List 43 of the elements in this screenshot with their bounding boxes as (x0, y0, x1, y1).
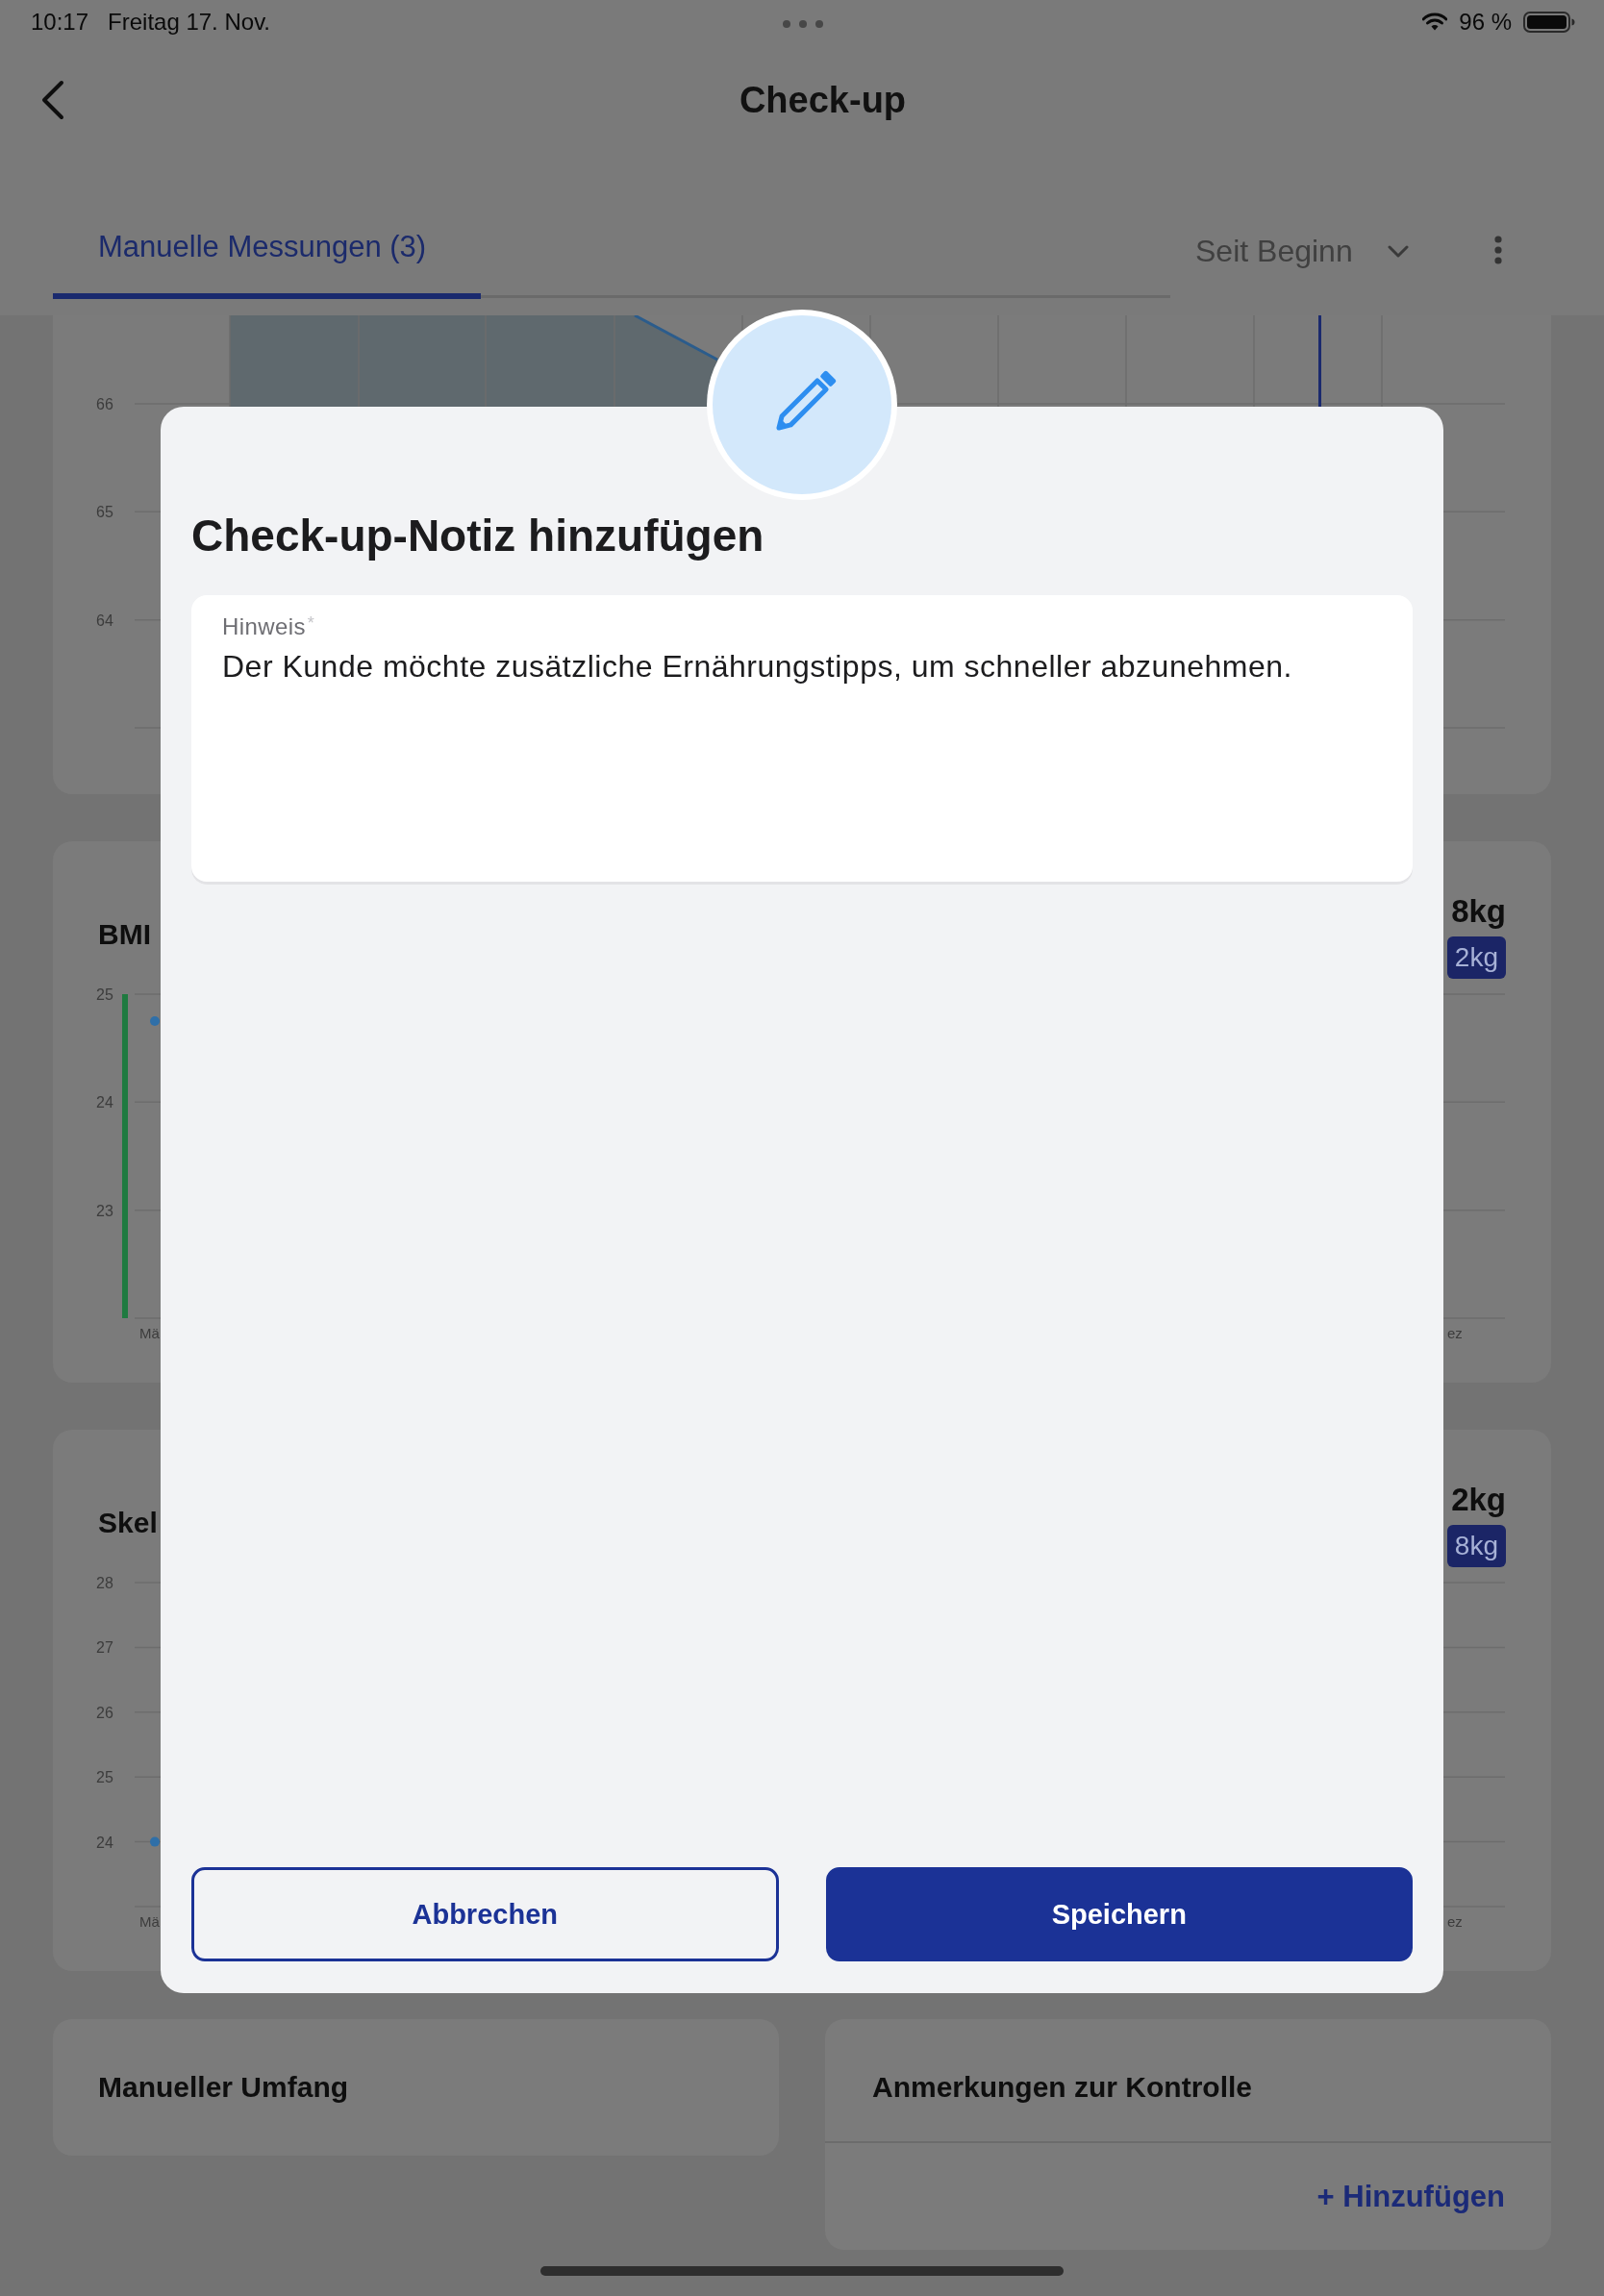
value-badge: 8kg (1446, 1525, 1506, 1567)
back-icon[interactable] (41, 80, 64, 120)
axis-label: 64 (96, 611, 113, 629)
axis-label: ez (1447, 1325, 1463, 1341)
battery-percent: 96 % (1459, 8, 1512, 36)
chevron-down-icon (1387, 244, 1409, 258)
card-title: Manueller Umfang (98, 2070, 349, 2105)
more-icon[interactable] (1493, 236, 1502, 264)
axis-label: 28 (96, 1575, 113, 1591)
axis-label: 66 (96, 396, 113, 412)
cancel-button[interactable]: Abbrechen (191, 1867, 779, 1961)
wifi-icon (1422, 12, 1448, 31)
chart-value: 8kg (1451, 892, 1506, 931)
axis-label: 25 (96, 986, 113, 1003)
pencil-icon (707, 310, 897, 500)
status-time: 10:17 (31, 8, 89, 36)
axis-label: Mä (139, 1913, 160, 1930)
card-title: Anmerkungen zur Kontrolle (872, 2070, 1253, 2105)
note-field[interactable]: Hinweis* Der Kunde möchte zusätzliche Ernährungstipps, um schneller abzunehmen. (191, 595, 1413, 885)
required-mark: * (307, 612, 314, 634)
axis-label: 24 (96, 1094, 113, 1111)
dialog-title: Check-up-Notiz hinzufügen (191, 510, 765, 562)
axis-label: 65 (96, 504, 113, 521)
chart-value: 2kg (1451, 1481, 1506, 1519)
data-point (150, 1016, 160, 1026)
field-label: Hinweis (222, 612, 306, 641)
multitasking-dots-icon[interactable] (783, 19, 823, 28)
field-value: Der Kunde möchte zusätzliche Ernährungstipps, um schneller abzunehmen. (222, 648, 1292, 686)
battery-icon (1523, 11, 1575, 33)
data-point (150, 1836, 160, 1847)
save-button[interactable]: Speichern (825, 1867, 1413, 1961)
page-title: Check-up (739, 79, 907, 122)
axis-label: 26 (96, 1704, 113, 1721)
status-date: Freitag 17. Nov. (108, 8, 271, 36)
axis-label: 24 (96, 1834, 113, 1851)
axis-label: 27 (96, 1639, 113, 1657)
axis-label: 23 (96, 1202, 113, 1219)
axis-label: Mä (139, 1325, 160, 1341)
chart-title: Skel (98, 1506, 158, 1540)
value-badge: 2kg (1446, 936, 1506, 979)
axis-label: ez (1447, 1913, 1463, 1930)
chart-title: BMI (98, 917, 151, 952)
axis-label: 25 (96, 1769, 113, 1786)
